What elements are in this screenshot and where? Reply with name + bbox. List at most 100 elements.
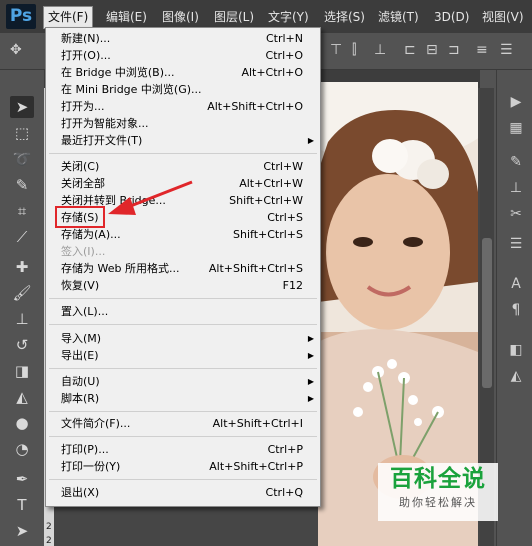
menu-item-label: 打印(P)...: [61, 443, 109, 456]
menu-layer[interactable]: 图层(L): [210, 8, 258, 26]
history-brush-tool-icon[interactable]: ↺: [10, 334, 34, 356]
adjustments-panel-icon[interactable]: ☰: [505, 236, 527, 256]
menu-item-close-all[interactable]: 关闭全部 Alt+Ctrl+W: [46, 176, 320, 192]
eyedropper-tool-icon[interactable]: ⟋: [10, 226, 34, 248]
menu-item-open-recent[interactable]: 最近打开文件(T) ▶: [46, 133, 320, 149]
menu-item-print[interactable]: 打印(P)... Ctrl+P: [46, 442, 320, 458]
clone-stamp-tool-icon[interactable]: ⊥: [10, 308, 34, 330]
menu-item-exit[interactable]: 退出(X) Ctrl+Q: [46, 485, 320, 501]
menu-item-revert[interactable]: 恢复(V) F12: [46, 278, 320, 294]
menu-item-label: 关闭(C): [61, 160, 100, 173]
tool-presets-panel-icon[interactable]: ✂: [505, 206, 527, 226]
scrollbar-thumb[interactable]: [482, 238, 492, 388]
menu-file[interactable]: 文件(F): [43, 6, 94, 29]
move-tool-icon[interactable]: ➤: [10, 96, 34, 118]
menu-item-browse-bridge[interactable]: 在 Bridge 中浏览(B)... Alt+Ctrl+O: [46, 65, 320, 81]
menu-item-check-in: 签入(I)...: [46, 244, 320, 260]
menu-item-open-as[interactable]: 打开为... Alt+Shift+Ctrl+O: [46, 99, 320, 115]
type-tool-icon[interactable]: T: [10, 494, 34, 516]
menu-separator: [49, 436, 317, 437]
menu-item-label: 签入(I)...: [61, 245, 106, 258]
ruler-number: 2: [46, 522, 52, 532]
brush-panel-icon[interactable]: ✎: [505, 154, 527, 174]
blur-tool-icon[interactable]: ●: [10, 412, 34, 434]
menu-item-shortcut: F12: [282, 279, 303, 292]
menu-item-label: 关闭全部: [61, 177, 105, 190]
menu-item-scripts[interactable]: 脚本(R) ▶: [46, 391, 320, 407]
dodge-tool-icon[interactable]: ◔: [10, 438, 34, 460]
watermark-subtitle: 助你轻松解决: [399, 496, 477, 509]
menu-separator: [49, 411, 317, 412]
3d-panel-icon[interactable]: ◭: [505, 368, 527, 388]
submenu-arrow-icon: ▶: [307, 394, 314, 403]
menu-item-label: 存储为(A)...: [61, 228, 121, 241]
path-select-tool-icon[interactable]: ➤: [10, 520, 34, 542]
marquee-tool-icon[interactable]: ⬚: [10, 122, 34, 144]
menu-item-close[interactable]: 关闭(C) Ctrl+W: [46, 159, 320, 175]
menu-item-shortcut: Alt+Shift+Ctrl+S: [208, 262, 303, 275]
healing-brush-tool-icon[interactable]: ✚: [10, 256, 34, 278]
menu-separator: [49, 368, 317, 369]
menu-edit[interactable]: 编辑(E): [102, 8, 151, 26]
menu-item-import[interactable]: 导入(M) ▶: [46, 331, 320, 347]
menu-item-label: 文件简介(F)...: [61, 417, 131, 430]
menu-item-new[interactable]: 新建(N)... Ctrl+N: [46, 31, 320, 47]
menu-item-save-for-web[interactable]: 存储为 Web 所用格式... Alt+Shift+Ctrl+S: [46, 261, 320, 277]
menu-filter[interactable]: 滤镜(T): [374, 8, 423, 26]
watermark: 百科全说 助你轻松解决: [378, 463, 498, 521]
menu-item-print-one-copy[interactable]: 打印一份(Y) Alt+Shift+Ctrl+P: [46, 459, 320, 475]
menu-3d[interactable]: 3D(D): [430, 8, 473, 26]
menu-separator: [49, 479, 317, 480]
menu-separator: [49, 153, 317, 154]
menu-item-open-smart-object[interactable]: 打开为智能对象...: [46, 116, 320, 132]
menu-type[interactable]: 文字(Y): [264, 8, 313, 26]
character-panel-icon[interactable]: A: [505, 276, 527, 296]
pen-tool-icon[interactable]: ✒: [10, 468, 34, 490]
menu-item-open[interactable]: 打开(O)... Ctrl+O: [46, 48, 320, 64]
menu-item-automate[interactable]: 自动(U) ▶: [46, 374, 320, 390]
eraser-tool-icon[interactable]: ◨: [10, 360, 34, 382]
menu-item-label: 自动(U): [61, 375, 100, 388]
menu-select[interactable]: 选择(S): [320, 8, 369, 26]
menu-item-place[interactable]: 置入(L)...: [46, 304, 320, 320]
align-bottom-icon[interactable]: ⊥: [374, 42, 386, 58]
menu-view[interactable]: 视图(V): [478, 8, 528, 26]
clone-source-panel-icon[interactable]: ⊥: [505, 180, 527, 200]
menu-item-label: 最近打开文件(T): [61, 134, 143, 147]
move-tool-icon[interactable]: ✥: [10, 42, 22, 58]
menu-item-shortcut: Ctrl+Q: [265, 486, 303, 499]
menu-item-shortcut: Alt+Shift+Ctrl+O: [207, 100, 303, 113]
menu-item-export[interactable]: 导出(E) ▶: [46, 348, 320, 364]
photoshop-logo: Ps: [6, 4, 36, 29]
menu-item-shortcut: Ctrl+N: [265, 32, 303, 45]
align-middle-icon[interactable]: ⫿: [352, 42, 356, 58]
distribute-icon-2[interactable]: ☰: [500, 42, 513, 58]
properties-panel-icon[interactable]: ▦: [505, 120, 527, 140]
menu-separator: [49, 298, 317, 299]
panel-dock: ▶ ▦ ✎ ⊥ ✂ ☰ A ¶ ◧ ◭: [496, 70, 532, 546]
crop-tool-icon[interactable]: ⌗: [10, 200, 34, 222]
menu-item-label: 导出(E): [61, 349, 99, 362]
paint-bucket-tool-icon[interactable]: ◭: [10, 386, 34, 408]
menu-item-browse-mini-bridge[interactable]: 在 Mini Bridge 中浏览(G)...: [46, 82, 320, 98]
distribute-icon[interactable]: ≡: [476, 42, 488, 58]
submenu-arrow-icon: ▶: [307, 351, 314, 360]
menu-item-file-info[interactable]: 文件简介(F)... Alt+Shift+Ctrl+I: [46, 416, 320, 432]
align-center-icon[interactable]: ⊟: [426, 42, 438, 58]
align-left-icon[interactable]: ⊏: [404, 42, 416, 58]
quick-select-tool-icon[interactable]: ✎: [10, 174, 34, 196]
align-top-icon[interactable]: ⊤: [330, 42, 342, 58]
paragraph-panel-icon[interactable]: ¶: [505, 302, 527, 322]
menu-item-save-as[interactable]: 存储为(A)... Shift+Ctrl+S: [46, 227, 320, 243]
menu-item-shortcut: Alt+Shift+Ctrl+I: [212, 417, 303, 430]
menu-item-label: 新建(N)...: [61, 32, 111, 45]
brush-tool-icon[interactable]: 🖌: [10, 282, 34, 304]
align-right-icon[interactable]: ⊐: [448, 42, 460, 58]
menu-item-label: 退出(X): [61, 486, 100, 499]
lasso-tool-icon[interactable]: ➰: [10, 148, 34, 170]
menu-image[interactable]: 图像(I): [158, 8, 203, 26]
menu-item-shortcut: Alt+Shift+Ctrl+P: [209, 460, 303, 473]
menu-item-label: 存储为 Web 所用格式...: [61, 262, 180, 275]
layer-comps-panel-icon[interactable]: ◧: [505, 342, 527, 362]
history-panel-icon[interactable]: ▶: [505, 94, 527, 114]
